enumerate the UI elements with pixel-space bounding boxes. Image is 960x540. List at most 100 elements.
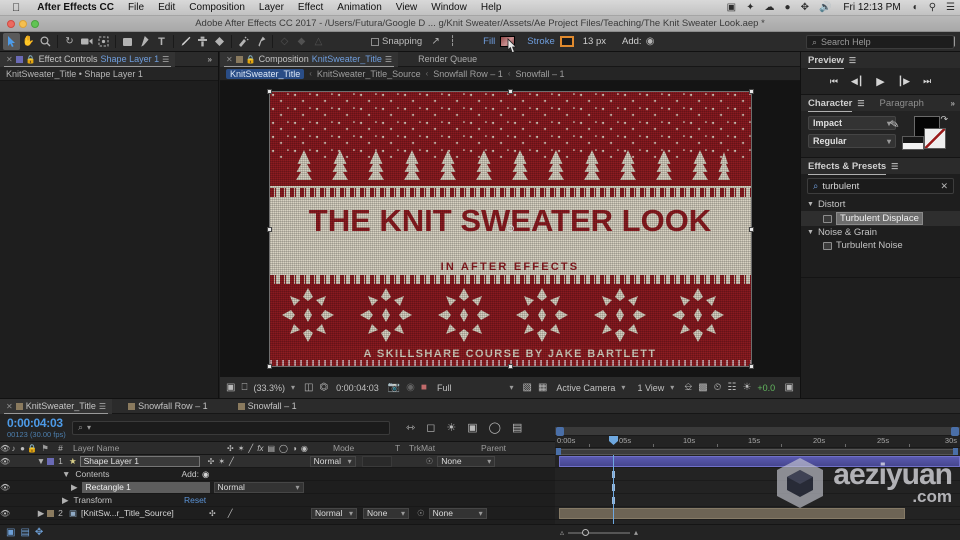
zoom-dropdown-icon[interactable]: ▾ <box>291 383 295 392</box>
track-row-transform[interactable] <box>555 494 960 507</box>
selection-handle-bc[interactable] <box>507 363 513 369</box>
character-overflow-icon[interactable]: » <box>951 99 960 108</box>
bluetooth-icon[interactable]: ✥ <box>796 2 814 13</box>
add-property-icon[interactable]: ◉ <box>202 469 209 480</box>
clear-x-icon[interactable]: ✕ <box>940 181 948 192</box>
panel-menu-icon[interactable]: ☰ <box>162 55 169 64</box>
effect-item-turbulent-displace[interactable]: Turbulent Displace <box>801 211 960 226</box>
layer-switches-icon[interactable]: ▤ <box>20 527 29 538</box>
search-help-input[interactable]: ⌕ Search Help <box>806 35 954 49</box>
tab-character[interactable]: Character <box>808 98 853 112</box>
title-safe-icon[interactable]: ◫ <box>304 382 313 393</box>
channel-icon[interactable]: ■ <box>421 382 427 393</box>
camera-value[interactable]: Active Camera <box>556 383 615 393</box>
zoom-level[interactable]: (33.3%) <box>253 383 285 393</box>
puppet-pin-tool[interactable] <box>252 33 269 50</box>
preview-title[interactable]: Preview <box>808 55 844 69</box>
region-of-interest-icon[interactable]: ⏣ <box>319 382 328 393</box>
stroke-swatch[interactable] <box>559 36 574 47</box>
font-style-select[interactable]: Regular ▾ <box>808 134 896 148</box>
apple-icon[interactable]:  <box>0 2 30 14</box>
tab-effect-controls[interactable]: ✕ 🔒 Effect Controls Shape Layer 1 ☰ <box>0 51 176 67</box>
layer-visibility-toggle[interactable]: 👁 <box>0 509 10 518</box>
track-row-contents[interactable] <box>555 468 960 481</box>
lock-icon[interactable]: 🔒 <box>26 55 36 64</box>
camera-tool[interactable] <box>78 33 95 50</box>
fast-previews-icon[interactable]: ▩ <box>698 382 707 393</box>
panel-menu-icon[interactable]: ☰ <box>385 55 392 64</box>
motion-blur-icon[interactable]: ◯ <box>489 421 501 434</box>
layer-switches[interactable]: ✣ ✶ ╱ <box>208 457 304 466</box>
track-row-shape-layer[interactable] <box>555 455 960 468</box>
shape-visibility-toggle[interactable]: 👁 <box>0 483 10 492</box>
zoom-in-icon[interactable]: ▴ <box>634 528 638 537</box>
layer-twirl-icon[interactable]: ▶ <box>36 508 46 519</box>
rotation-tool[interactable]: ↻ <box>61 33 78 50</box>
resolution-dropdown-icon[interactable]: ▾ <box>509 383 513 392</box>
menu-layer[interactable]: Layer <box>252 2 291 13</box>
timeline-timecode-group[interactable]: 0:00:04:03 00123 (30.00 fps) <box>0 416 72 439</box>
menu-file[interactable]: File <box>121 2 151 13</box>
close-icon[interactable]: ✕ <box>226 55 233 64</box>
work-area-end-handle[interactable] <box>951 427 959 436</box>
track-row-rectangle[interactable] <box>555 481 960 494</box>
font-family-select[interactable]: Impact ▾ <box>808 116 896 130</box>
reset-exposure-icon[interactable]: ☀ <box>742 382 751 393</box>
stroke-color-swatch[interactable] <box>924 128 946 149</box>
selection-handle-ml[interactable] <box>266 226 272 232</box>
snapping-box-icon[interactable]: ┆ <box>444 33 461 50</box>
shy-icon[interactable]: ✣ <box>209 509 216 518</box>
hide-shy-layers-icon[interactable]: ☀ <box>446 421 456 434</box>
layer-visibility-toggle[interactable]: 👁 <box>0 457 10 466</box>
exposure-value[interactable]: +0.0 <box>757 383 775 393</box>
selection-handle-mr[interactable] <box>748 226 754 232</box>
panel-menu-icon[interactable]: ☰ <box>99 402 106 411</box>
transform-reset-link[interactable]: Reset <box>184 495 206 505</box>
layer-duration-bar[interactable] <box>559 456 960 467</box>
menu-animation[interactable]: Animation <box>330 2 388 13</box>
toggle-switches-modes-icon[interactable]: ▣ <box>6 527 15 538</box>
hand-tool[interactable]: ✋ <box>20 33 37 50</box>
anchor-point-icon[interactable] <box>506 224 514 232</box>
main-view-icon[interactable]: ▣ <box>226 382 235 393</box>
timeline-tab-snowfall-row[interactable]: Snowfall Row – 1 <box>122 399 214 414</box>
graph-editor-toggle-icon[interactable]: ✥ <box>35 527 43 538</box>
effects-presets-title[interactable]: Effects & Presets <box>808 161 887 175</box>
snapshot-icon[interactable]: 📷 <box>388 382 400 393</box>
camera-dropdown-icon[interactable]: ▾ <box>621 383 625 392</box>
work-area-bar[interactable] <box>555 427 960 436</box>
timeline-ruler[interactable]: 0:00s 05s 10s 15s 20s 25s 30s <box>555 427 960 456</box>
menu-edit[interactable]: Edit <box>151 2 182 13</box>
shape-mode-select[interactable]: Normal ▾ <box>213 481 304 493</box>
selection-handle-tr[interactable] <box>748 88 754 94</box>
zoom-tool[interactable] <box>37 33 54 50</box>
menu-effect[interactable]: Effect <box>291 2 330 13</box>
layer-mode-select[interactable]: Normal ▾ <box>311 507 358 519</box>
transparency-grid-icon[interactable]: ▧ <box>522 382 531 393</box>
zoom-slider-knob[interactable] <box>582 528 590 536</box>
resolution-value[interactable]: Full <box>437 383 452 393</box>
selection-handle-br[interactable] <box>748 363 754 369</box>
layer-twirl-icon[interactable]: ▼ <box>36 456 46 466</box>
tab-render-queue[interactable]: Render Queue <box>412 52 483 67</box>
notification-center-icon[interactable]: ☰ <box>941 2 960 13</box>
layer-label-chip[interactable] <box>47 457 54 465</box>
breadcrumb-item-2[interactable]: Snowfall Row – 1 <box>433 69 503 79</box>
close-icon[interactable]: ✕ <box>6 402 13 411</box>
eyedropper-icon[interactable]: ✎ <box>889 117 900 131</box>
layer-trkmat-select[interactable]: None ▾ <box>363 507 410 519</box>
fill-swatch[interactable] <box>500 36 516 47</box>
quality-icon[interactable]: ╱ <box>228 509 233 518</box>
work-area-track[interactable] <box>555 447 960 456</box>
tab-composition[interactable]: ✕ 🔒 Composition KnitSweater_Title ☰ <box>220 51 399 67</box>
selection-tool[interactable] <box>3 33 20 50</box>
swap-colors-icon[interactable]: ↷ <box>940 114 948 125</box>
mask-view-icon[interactable]: ▦ <box>538 382 547 393</box>
creative-cloud-icon[interactable]: ☁ <box>760 2 780 13</box>
zoom-out-icon[interactable]: ▵ <box>560 528 564 537</box>
shape-name[interactable]: Rectangle 1 <box>81 481 210 493</box>
timeline-tab-knitsweater-title[interactable]: ✕ KnitSweater_Title ☰ <box>0 398 113 414</box>
spotlight-search-icon[interactable]: ⚲ <box>924 2 941 13</box>
effects-group-distort[interactable]: ▼ Distort <box>801 198 960 211</box>
effect-item-turbulent-noise[interactable]: Turbulent Noise <box>801 239 960 252</box>
